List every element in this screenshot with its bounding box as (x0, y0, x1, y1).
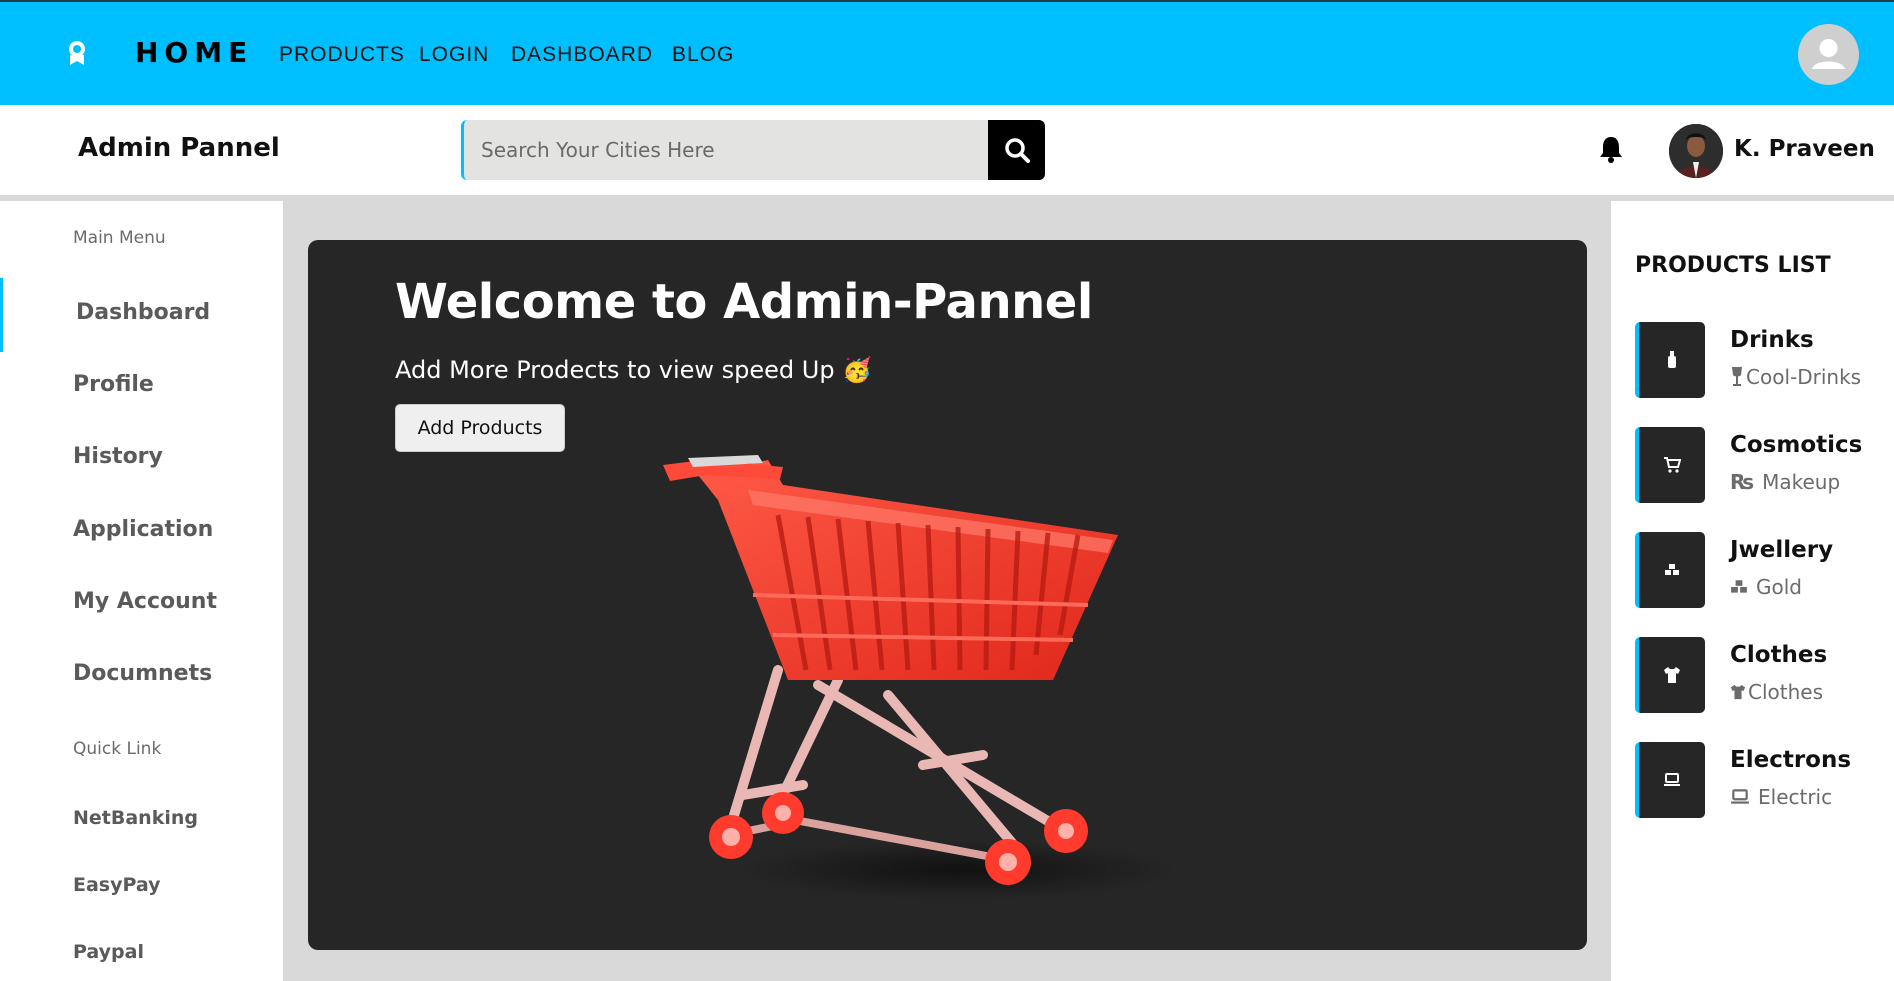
product-item-cosmetics[interactable]: Cosmotics ₨ Makeup (1635, 427, 1890, 503)
product-tile[interactable] (1635, 532, 1705, 608)
product-tile[interactable] (1635, 322, 1705, 398)
product-category: Cool-Drinks (1730, 365, 1861, 389)
search-bar (461, 120, 1045, 180)
bottle-icon (1668, 351, 1676, 368)
product-name: Electrons (1730, 747, 1852, 773)
product-name: Jwellery (1730, 537, 1834, 563)
sidebar-item-paypal[interactable]: Paypal (73, 941, 144, 963)
main-menu-heading: Main Menu (73, 228, 166, 248)
gold-bars-icon (1731, 580, 1747, 593)
brand-home-link[interactable]: HOME (135, 36, 253, 69)
sidebar-item-netbanking[interactable]: NetBanking (73, 807, 198, 829)
avatar-photo-icon (1669, 124, 1723, 178)
profile-menu-button[interactable] (1798, 24, 1859, 85)
top-navbar: HOME PRODUCTS LOGIN DASHBOARD BLOG (0, 0, 1894, 105)
product-name: Drinks (1730, 327, 1814, 353)
product-category-label: Cool-Drinks (1746, 365, 1862, 389)
award-logo-icon[interactable] (66, 40, 88, 66)
search-icon (1004, 138, 1030, 163)
welcome-subtitle: Add More Prodects to view speed Up 🥳 (395, 356, 873, 384)
products-list-title: PRODUCTS LIST (1635, 253, 1831, 278)
gold-bars-icon (1665, 564, 1679, 575)
product-category-label: Gold (1756, 575, 1802, 599)
quick-link-heading: Quick Link (73, 739, 162, 759)
user-avatar[interactable] (1669, 124, 1723, 178)
product-category: Gold (1730, 575, 1802, 599)
sidebar-item-my-account[interactable]: My Account (73, 589, 217, 614)
sidebar-item-history[interactable]: History (73, 444, 163, 469)
rupee-icon: ₨ (1730, 470, 1755, 494)
shirt-icon (1664, 667, 1680, 683)
shirt-icon (1730, 684, 1746, 700)
search-input[interactable] (461, 120, 988, 180)
welcome-banner: Welcome to Admin-Pannel Add More Prodect… (308, 240, 1587, 950)
product-tile[interactable] (1635, 637, 1705, 713)
sidebar-item-documents[interactable]: Documnets (73, 661, 212, 686)
nav-link-blog[interactable]: BLOG (672, 43, 734, 67)
nav-link-dashboard[interactable]: DASHBOARD (511, 43, 653, 67)
sidebar-item-easypay[interactable]: EasyPay (73, 874, 161, 896)
product-category-label: Electric (1758, 785, 1833, 809)
sidebar: Main Menu Dashboard Profile History Appl… (0, 201, 283, 981)
product-category: Clothes (1730, 680, 1823, 704)
product-tile[interactable] (1635, 742, 1705, 818)
admin-header: Admin Pannel K. Praveen (0, 105, 1894, 195)
cart-icon (1664, 457, 1681, 473)
welcome-title: Welcome to Admin-Pannel (395, 274, 1093, 330)
laptop-icon (1731, 789, 1749, 804)
product-category: ₨ Makeup (1730, 470, 1840, 494)
user-icon (1812, 39, 1845, 69)
product-item-drinks[interactable]: Drinks Cool-Drinks (1635, 322, 1890, 398)
wine-glass-icon (1732, 367, 1742, 386)
sidebar-item-profile[interactable]: Profile (73, 372, 154, 397)
nav-link-products[interactable]: PRODUCTS (279, 43, 405, 67)
sidebar-item-application[interactable]: Application (73, 517, 213, 542)
product-category-label: Makeup (1762, 470, 1841, 494)
products-panel: PRODUCTS LIST Drinks Cool-Drinks Cosmoti… (1611, 201, 1894, 981)
product-category-label: Clothes (1748, 680, 1823, 704)
product-item-electronics[interactable]: Electrons Electric (1635, 742, 1890, 818)
nav-link-login[interactable]: LOGIN (419, 43, 489, 67)
page-title: Admin Pannel (78, 133, 280, 163)
product-tile[interactable] (1635, 427, 1705, 503)
add-products-button[interactable]: Add Products (395, 404, 565, 452)
product-item-jewellery[interactable]: Jwellery Gold (1635, 532, 1890, 608)
search-button[interactable] (988, 120, 1045, 180)
product-item-clothes[interactable]: Clothes Clothes (1635, 637, 1890, 713)
product-category: Electric (1730, 785, 1832, 809)
user-name: K. Praveen (1734, 136, 1875, 162)
product-name: Clothes (1730, 642, 1828, 668)
active-indicator (0, 278, 3, 352)
product-name: Cosmotics (1730, 432, 1863, 458)
bell-icon[interactable] (1599, 135, 1623, 163)
sidebar-item-dashboard[interactable]: Dashboard (76, 300, 210, 325)
shopping-cart-illustration (663, 455, 1178, 900)
laptop-icon (1664, 773, 1680, 786)
